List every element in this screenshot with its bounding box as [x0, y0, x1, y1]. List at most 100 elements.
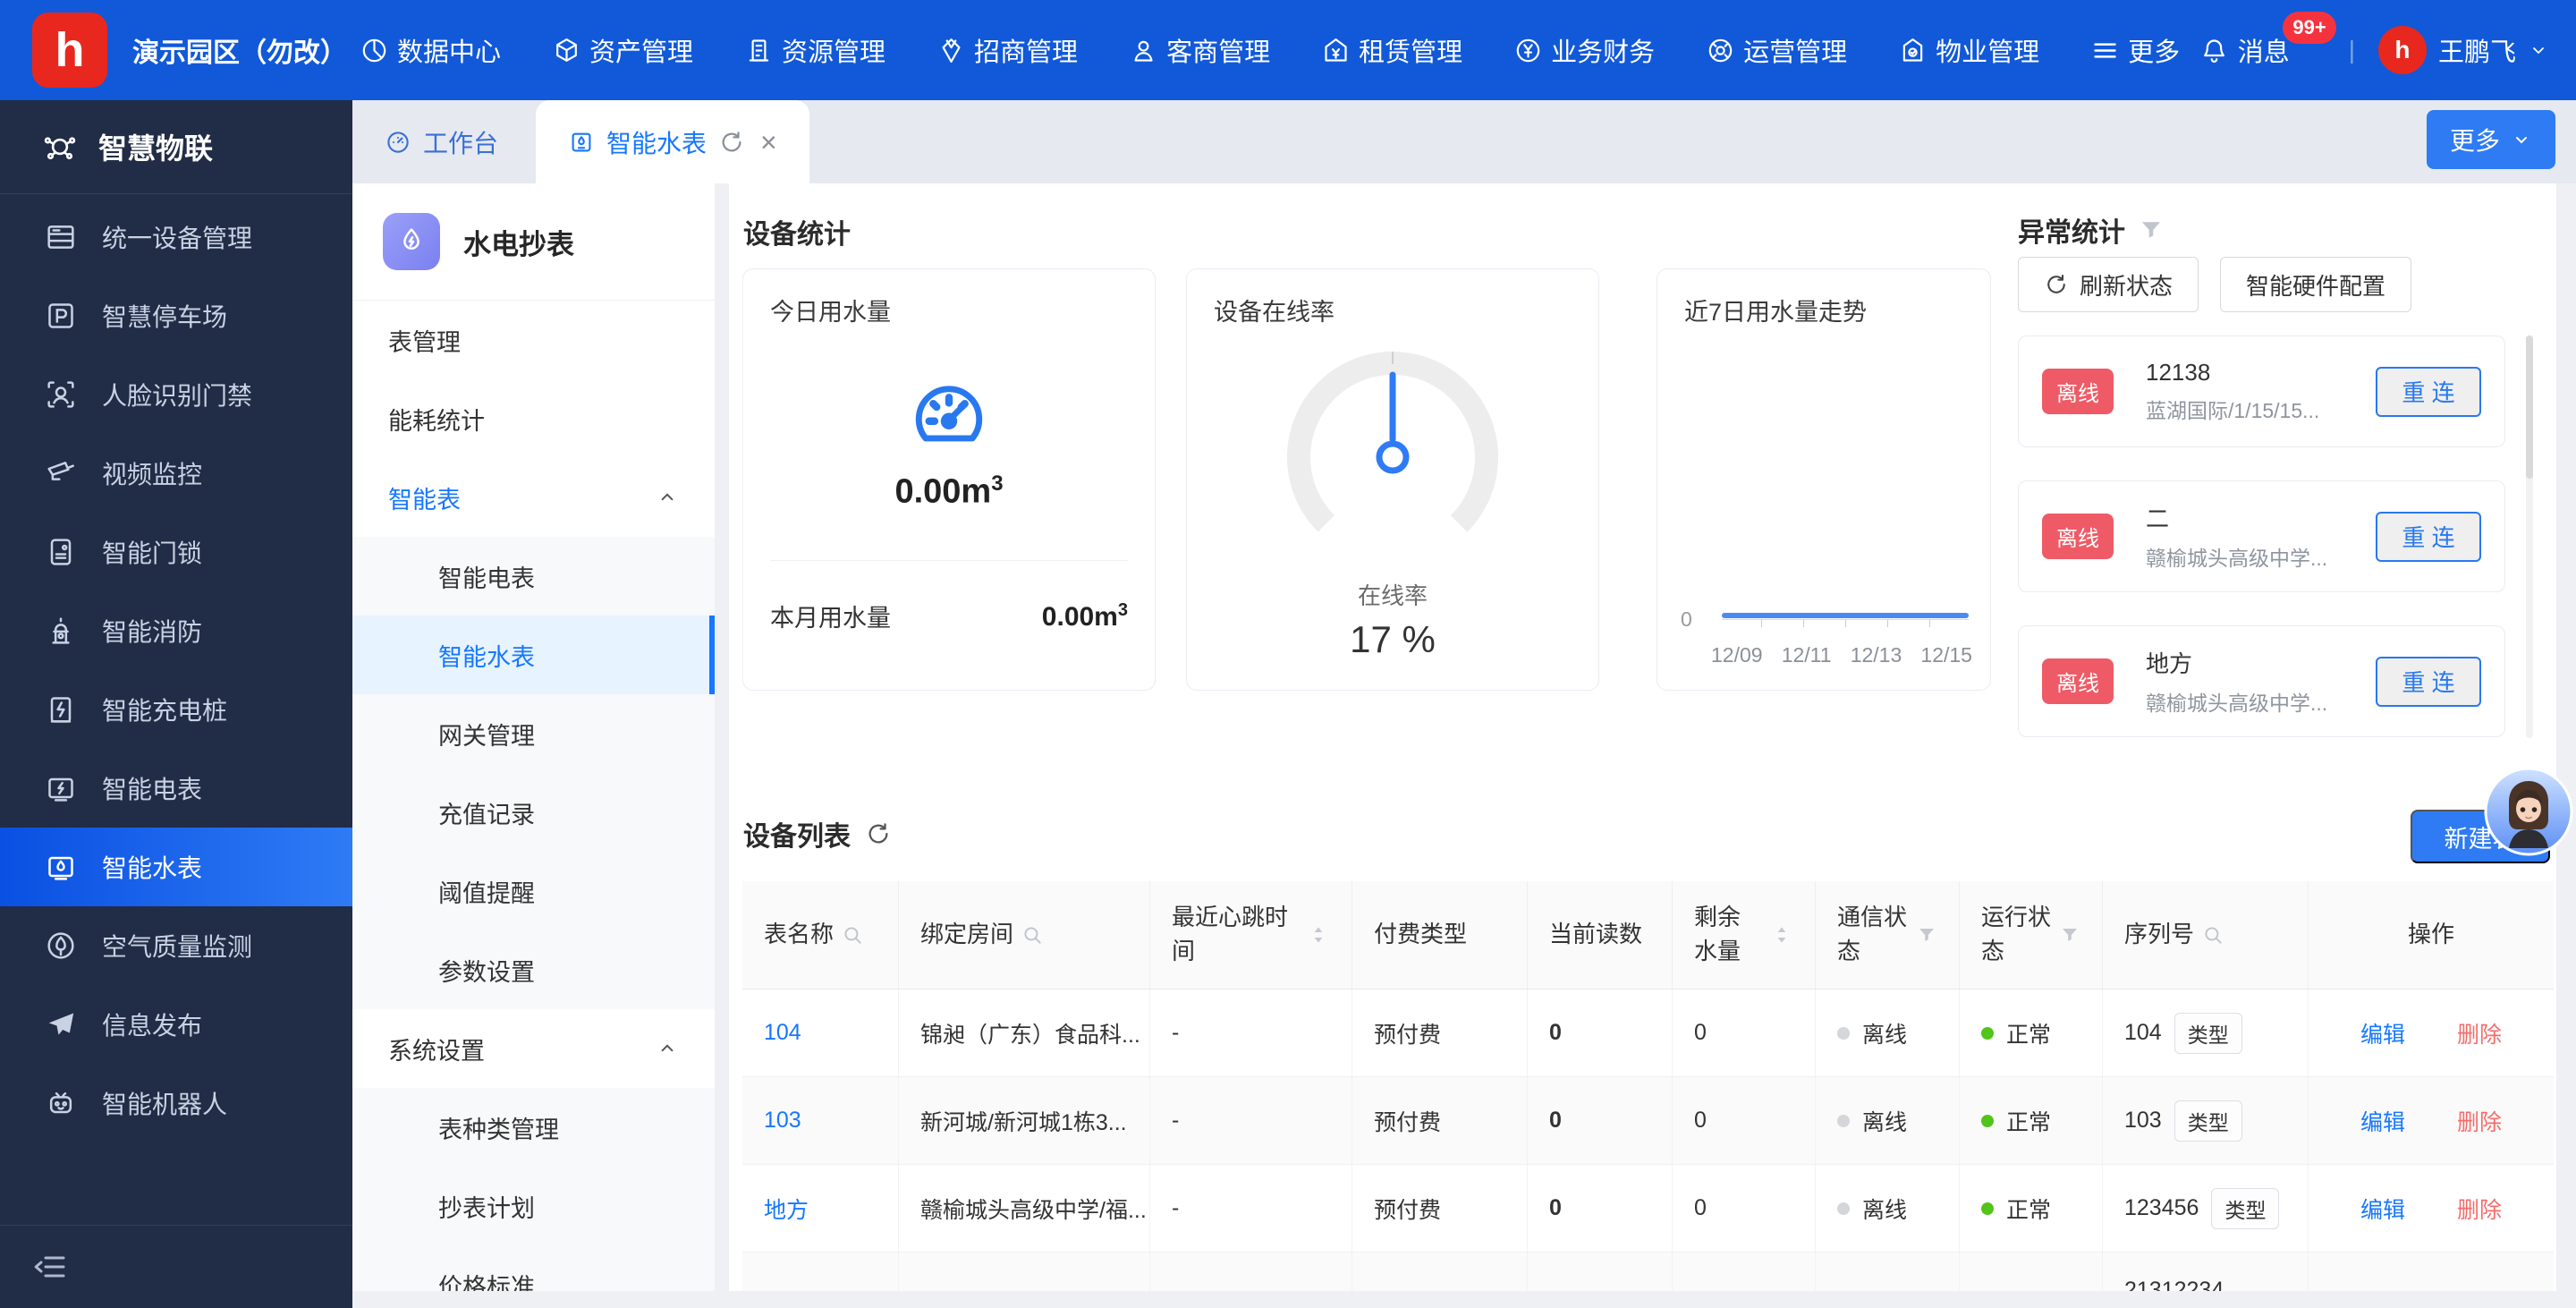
filter-funnel-icon[interactable]	[2059, 924, 2080, 946]
device-name: 二	[2146, 501, 2360, 534]
parking-icon	[43, 298, 79, 334]
topnav-item-leasing[interactable]: 租赁管理	[1321, 31, 1462, 69]
device-name-link[interactable]: 地方	[764, 1193, 809, 1225]
device-info: 12138 蓝湖国际/1/15/15...	[2146, 359, 2360, 424]
user-menu[interactable]: h 王鹏飞	[2378, 26, 2549, 74]
hardware-config-button[interactable]: 智能硬件配置	[2220, 257, 2411, 312]
sidebar-item-info-publish[interactable]: 信息发布	[0, 985, 352, 1064]
sidebar-item-label: 统一设备管理	[102, 219, 252, 255]
sidebar-item-face-access[interactable]: 人脸识别门禁	[0, 355, 352, 434]
offline-status-badge: 离线	[2042, 514, 2114, 559]
sort-icon[interactable]	[1307, 923, 1330, 947]
topnav-label: 更多	[2128, 31, 2180, 69]
sort-icon[interactable]	[1770, 923, 1793, 947]
submenu-item-recharge-records[interactable]: 充值记录	[352, 773, 715, 852]
online-rate-gauge	[1258, 323, 1527, 582]
pay-type-cell: 预付费	[1352, 1165, 1528, 1252]
sidebar-item-water-meter[interactable]: 智能水表	[0, 828, 352, 906]
cctv-icon	[43, 455, 79, 491]
topnav-item-customers[interactable]: 客商管理	[1129, 31, 1270, 69]
submenu-item-smart-water-meter[interactable]: 智能水表	[352, 616, 715, 694]
refresh-status-button[interactable]: 刷新状态	[2018, 257, 2199, 312]
reconnect-button[interactable]: 重 连	[2376, 657, 2481, 707]
sidebar-item-electric-meter[interactable]: 智能电表	[0, 749, 352, 828]
submenu-item-gateway-mgmt[interactable]: 网关管理	[352, 694, 715, 773]
submenu-group-smart-meter[interactable]: 智能表	[352, 458, 715, 537]
device-info: 地方 赣榆城头高级中学...	[2146, 646, 2360, 717]
sidebar-item-fire[interactable]: 智能消防	[0, 591, 352, 670]
topnav-item-property[interactable]: 物业管理	[1898, 31, 2039, 69]
topnav-item-more[interactable]: 更多	[2090, 31, 2180, 69]
submenu-item-energy-stats[interactable]: 能耗统计	[352, 379, 715, 458]
refresh-list-icon[interactable]	[865, 820, 892, 847]
submenu-item-smart-electric-meter[interactable]: 智能电表	[352, 537, 715, 616]
topnav-item-investment[interactable]: 招商管理	[936, 31, 1078, 69]
sidebar-item-cctv[interactable]: 视频监控	[0, 434, 352, 513]
topnav-item-data-center[interactable]: 数据中心	[360, 31, 501, 69]
messages-badge: 99+	[2283, 12, 2335, 44]
submenu-item-meter-type-mgmt[interactable]: 表种类管理	[352, 1088, 715, 1167]
col-label: 绑定房间	[920, 918, 1013, 952]
sidebar-item-air-quality[interactable]: 空气质量监测	[0, 906, 352, 985]
submenu-group-system-settings[interactable]: 系统设置	[352, 1009, 715, 1088]
submenu-item-reading-plan[interactable]: 抄表计划	[352, 1167, 715, 1245]
search-icon[interactable]	[841, 923, 864, 947]
card-title: 今日用水量	[770, 293, 891, 327]
submenu-label: 表管理	[388, 323, 461, 358]
reconnect-button[interactable]: 重 连	[2376, 367, 2481, 417]
sidebar-item-parking[interactable]: 智慧停车场	[0, 276, 352, 355]
actions-cell: 编辑 删除	[2309, 1165, 2554, 1252]
sidebar-item-robot[interactable]: 智能机器人	[0, 1064, 352, 1142]
col-label: 通信状态	[1837, 901, 1909, 968]
edit-link[interactable]: 编辑	[2360, 1193, 2405, 1225]
submenu-item-meter-mgmt[interactable]: 表管理	[352, 301, 715, 379]
delete-link[interactable]: 删除	[2457, 1017, 2502, 1049]
online-rate-value: 17 %	[1187, 618, 1598, 661]
delete-link[interactable]: 删除	[2457, 1193, 2502, 1225]
edit-link[interactable]: 编辑	[2360, 1017, 2405, 1049]
topnav-item-finance[interactable]: 业务财务	[1513, 31, 1655, 69]
filter-funnel-icon[interactable]	[2138, 217, 2165, 243]
device-name-link[interactable]: 104	[764, 1020, 801, 1046]
topnav-item-assets[interactable]: 资产管理	[552, 31, 693, 69]
table-row: 103 新河城/新河城1栋3... - 预付费 0 0 离线 正常 103类型 …	[742, 1077, 2554, 1165]
chevron-down-icon	[2528, 39, 2549, 61]
search-icon[interactable]	[1021, 923, 1044, 947]
tab-workbench[interactable]: 工作台	[352, 100, 530, 183]
submenu-item-parameter-settings[interactable]: 参数设置	[352, 930, 715, 1009]
tab-label: 工作台	[423, 124, 498, 160]
type-tag[interactable]: 类型	[2174, 1013, 2242, 1054]
edit-link[interactable]: 编辑	[2360, 1105, 2405, 1137]
topnav-item-operations[interactable]: 运营管理	[1706, 31, 1847, 69]
delete-link[interactable]: 删除	[2457, 1105, 2502, 1137]
type-tag[interactable]: 类型	[2174, 1100, 2242, 1142]
submenu-item-price-standard[interactable]: 价格标准	[352, 1245, 715, 1291]
device-name-link[interactable]: 103	[764, 1108, 801, 1134]
close-tab-icon[interactable]: ×	[760, 128, 777, 157]
refresh-icon	[2044, 272, 2069, 297]
sidebar-item-door-lock[interactable]: 智能门锁	[0, 513, 352, 591]
submenu-item-threshold-alerts[interactable]: 阈值提醒	[352, 852, 715, 930]
sidebar-item-ev-charger[interactable]: 智能充电桩	[0, 670, 352, 749]
filter-funnel-icon[interactable]	[1916, 924, 1937, 946]
orbit-icon	[1706, 36, 1735, 65]
heartbeat-cell: -	[1150, 1165, 1352, 1252]
search-icon[interactable]	[2201, 923, 2224, 947]
messages-button[interactable]: 消息 99+	[2199, 31, 2290, 69]
topnav-item-resources[interactable]: 资源管理	[744, 31, 886, 69]
collapse-sidebar-icon[interactable]	[0, 1249, 68, 1285]
brand-logo[interactable]: h	[32, 13, 107, 88]
topnav-label: 业务财务	[1551, 31, 1655, 69]
type-tag[interactable]: 类型	[2211, 1188, 2279, 1229]
sidebar-item-device-mgmt[interactable]: 统一设备管理	[0, 198, 352, 276]
serial-cell: 21312234	[2103, 1253, 2309, 1291]
assistant-avatar[interactable]	[2483, 766, 2574, 857]
exceptions-title-row: 异常统计	[2018, 210, 2165, 250]
scrollbar[interactable]	[2526, 335, 2533, 738]
tabbar-more-button[interactable]: 更多	[2427, 110, 2555, 169]
reconnect-button[interactable]: 重 连	[2376, 512, 2481, 562]
table-row-partial: 21312234	[742, 1253, 2554, 1291]
x-tick-label: 12/15	[1920, 643, 1972, 667]
tab-smart-water-meter[interactable]: 智能水表 ×	[536, 100, 809, 183]
refresh-tab-icon[interactable]	[718, 129, 745, 156]
